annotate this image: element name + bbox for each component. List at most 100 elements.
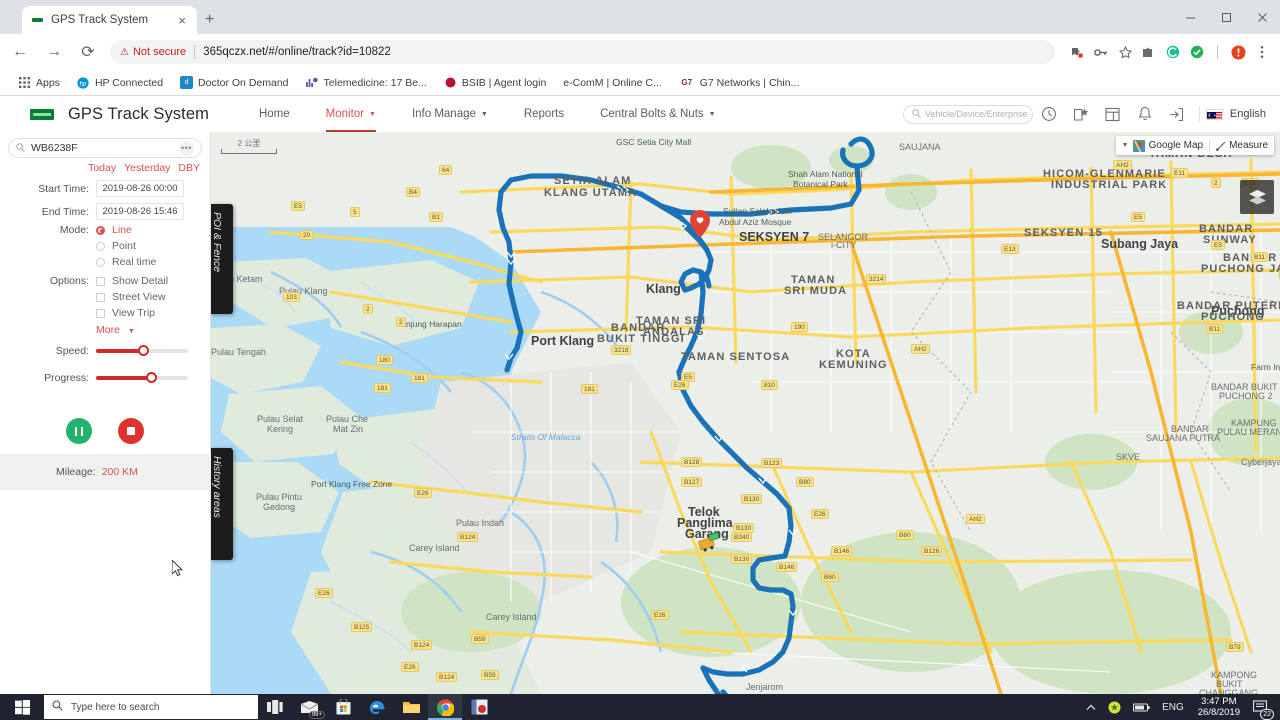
taskbar-clock[interactable]: 3:47 PM 26/8/2019 (1190, 696, 1248, 718)
vehicle-marker[interactable] (697, 532, 723, 557)
nav-label: Central Bolts & Nuts (600, 108, 704, 120)
language-indicator[interactable]: ENG (1156, 702, 1190, 713)
checkmark-icon[interactable] (1185, 40, 1209, 64)
notification-center-icon[interactable]: 22 (1248, 694, 1274, 720)
close-icon[interactable]: × (175, 12, 189, 29)
checkbox-street-view[interactable] (96, 292, 105, 302)
tab-strip: GPS Track System × + (0, 0, 1280, 34)
chevron-down-icon[interactable]: ▼ (1122, 142, 1129, 149)
bell-icon[interactable] (1129, 100, 1161, 128)
not-secure-indicator[interactable]: ⚠ Not secure (120, 46, 186, 58)
checkbox-label-view-trip[interactable]: View Trip (112, 307, 155, 319)
malaysia-flag[interactable]: ★ (1205, 108, 1223, 120)
bookmark-bsib[interactable]: BSIB | Agent login (444, 76, 546, 89)
nav-info-manage[interactable]: Info Manage ▼ (394, 96, 506, 132)
forward-button[interactable]: → (40, 38, 68, 66)
chrome-icon[interactable] (428, 694, 462, 720)
layout-grid-icon[interactable] (1097, 100, 1129, 128)
more-options-icon[interactable]: ••• (179, 140, 194, 156)
grammarly-icon[interactable] (1161, 40, 1185, 64)
battery-icon[interactable] (1127, 703, 1156, 712)
nav-monitor[interactable]: Monitor ▼ (308, 96, 394, 132)
checkbox-view-trip[interactable] (96, 308, 105, 318)
logout-icon[interactable] (1161, 100, 1193, 128)
road-shield: 180 (376, 355, 393, 365)
task-view-icon[interactable] (258, 694, 292, 720)
radio-label-line[interactable]: Line (112, 224, 132, 236)
back-button[interactable]: ← (6, 38, 34, 66)
address-bar[interactable]: ⚠ Not secure 365qczx.net/#/online/track?… (110, 40, 1055, 64)
bookmark-add-icon[interactable] (1065, 100, 1097, 128)
nav-central-bolts-nuts[interactable]: Central Bolts & Nuts ▼ (582, 96, 733, 132)
bookmark-hp-connected[interactable]: hp HP Connected (77, 76, 163, 89)
reload-button[interactable]: ⟳ (74, 38, 102, 66)
speed-slider-knob[interactable] (138, 345, 150, 356)
omnibox-icons (1065, 40, 1280, 64)
history-clock-icon[interactable] (1033, 100, 1065, 128)
mileage-bar: Mileage: 200 KM (0, 454, 211, 490)
radio-point[interactable] (96, 241, 105, 251)
bookmark-telemedicine[interactable]: Telemedicine: 17 Be... (306, 76, 427, 89)
quick-date-yesterday[interactable]: Yesterday (124, 162, 170, 174)
maximize-icon[interactable] (1208, 0, 1244, 34)
bookmark-g7-networks[interactable]: G7 G7 Networks | Chin... (679, 76, 799, 89)
road-shield: B59 (471, 634, 489, 644)
progress-slider-knob[interactable] (145, 372, 157, 383)
radio-line[interactable] (96, 225, 105, 235)
checkbox-label-street-view[interactable]: Street View (112, 291, 166, 303)
edge-icon[interactable] (360, 694, 394, 720)
minimize-icon[interactable] (1172, 0, 1208, 34)
quick-date-today[interactable]: Today (88, 162, 116, 174)
bookmark-ecomm[interactable]: e-ComM | Online C... (563, 77, 661, 89)
nav-home[interactable]: Home (241, 96, 308, 132)
store-icon[interactable] (326, 694, 360, 720)
checkbox-show-detail[interactable] (96, 276, 105, 286)
checkbox-label-show-detail[interactable]: Show Detail (112, 275, 168, 287)
layers-button[interactable] (1240, 180, 1274, 214)
chevron-down-icon: ▼ (708, 110, 716, 118)
divider (194, 45, 196, 59)
map-canvas[interactable]: GSC Setia City Mall SAUJANA SETIA ALAM Shah… (211, 132, 1280, 694)
position-marker-pin[interactable] (690, 210, 710, 243)
language-label[interactable]: English (1230, 108, 1266, 120)
end-time-row: End Time: 2019-08-26 15:46 (0, 203, 210, 220)
speed-slider[interactable] (96, 345, 188, 356)
pause-button[interactable] (66, 418, 92, 444)
profile-avatar[interactable] (1226, 40, 1250, 64)
history-areas-tab[interactable]: History areas (211, 448, 233, 560)
global-search-input[interactable]: Vehicle/Device/Enterprise (902, 104, 1033, 124)
map-type-control[interactable]: ▼ Google Map Measure (1115, 136, 1274, 155)
vehicle-search-input[interactable]: WB6238F ••• (8, 138, 202, 158)
mail-icon[interactable]: 99+ (292, 694, 326, 720)
stop-button[interactable] (118, 418, 144, 444)
recorder-icon[interactable] (462, 694, 496, 720)
puzzle-icon[interactable] (1137, 40, 1161, 64)
new-tab-button[interactable]: + (205, 12, 214, 28)
more-options-toggle[interactable]: More ▼ (0, 324, 210, 336)
radio-realtime[interactable] (96, 257, 105, 267)
radio-label-realtime[interactable]: Real time (112, 256, 156, 268)
key-icon[interactable] (1089, 40, 1113, 64)
measure-tool[interactable]: Measure (1216, 140, 1268, 151)
end-time-input[interactable]: 2019-08-26 15:46 (96, 203, 184, 220)
nav-label: Monitor (325, 108, 365, 120)
gps-logo (30, 108, 54, 120)
show-hidden-icons[interactable] (1080, 704, 1102, 711)
poi-fence-tab[interactable]: POI & Fence (211, 204, 233, 314)
progress-slider[interactable] (96, 372, 188, 383)
taskbar-search-input[interactable]: Type here to search (44, 695, 258, 719)
start-time-input[interactable]: 2019-08-26 00:00 (96, 180, 184, 197)
browser-tab[interactable]: GPS Track System × (22, 6, 197, 34)
windows-start-icon[interactable] (0, 694, 44, 720)
menu-dots-icon[interactable] (1250, 40, 1274, 64)
quick-date-dby[interactable]: DBY (178, 162, 200, 174)
safety-icon[interactable] (1102, 701, 1127, 714)
close-window-icon[interactable] (1244, 0, 1280, 34)
star-icon[interactable] (1113, 40, 1137, 64)
bookmark-doctor-on-demand[interactable]: d Doctor On Demand (180, 76, 289, 89)
bookmark-apps[interactable]: Apps (18, 76, 60, 89)
file-explorer-icon[interactable] (394, 694, 428, 720)
extension-icon[interactable] (1065, 40, 1089, 64)
nav-reports[interactable]: Reports (506, 96, 582, 132)
radio-label-point[interactable]: Point (112, 240, 136, 252)
